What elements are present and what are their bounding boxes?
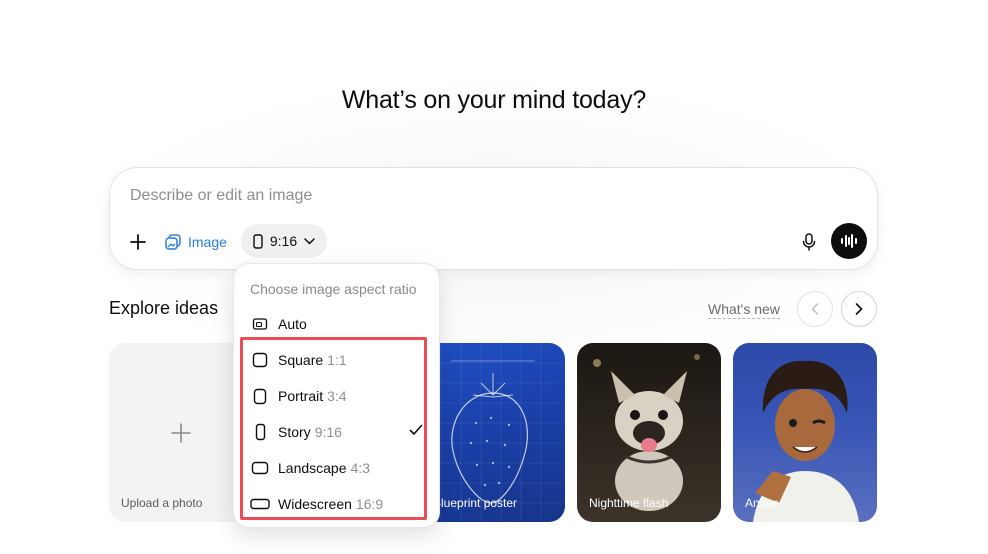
carousel-prev-button[interactable] [797, 291, 833, 327]
voice-mode-button[interactable] [831, 223, 867, 259]
aspect-ratio-label: 9:16 [269, 233, 298, 249]
menu-item-square[interactable]: Square 1:1 [242, 343, 431, 377]
microphone-icon [802, 233, 816, 251]
widescreen-ratio-icon [250, 494, 270, 514]
menu-item-story[interactable]: Story 9:16 [242, 415, 431, 449]
menu-item-label: Landscape [278, 460, 347, 476]
phone-ratio-icon [253, 233, 263, 249]
plus-icon [171, 423, 191, 443]
upload-photo-card[interactable]: Upload a photo [109, 343, 253, 522]
card-label: Nighttime flash [589, 496, 669, 510]
add-attachment-button[interactable] [126, 230, 150, 254]
card-label: Blueprint poster [433, 496, 518, 510]
menu-item-auto[interactable]: Auto [242, 307, 431, 341]
landscape-ratio-icon [250, 458, 270, 478]
menu-item-label: Portrait [278, 388, 324, 404]
image-mode-chip[interactable]: Image [160, 226, 237, 258]
image-icon [165, 234, 181, 250]
menu-item-widescreen[interactable]: Widescreen 16:9 [242, 487, 431, 521]
microphone-button[interactable] [797, 230, 821, 254]
whats-new-link[interactable]: What's new [708, 301, 780, 319]
menu-item-ratio: 1:1 [327, 352, 347, 368]
anime-card[interactable]: Anime [733, 343, 877, 522]
menu-item-label: Widescreen [278, 496, 352, 512]
menu-item-landscape[interactable]: Landscape 4:3 [242, 451, 431, 485]
portrait-ratio-icon [250, 386, 270, 406]
card-label: Upload a photo [121, 496, 203, 510]
menu-item-ratio: 3:4 [327, 388, 347, 404]
voice-waveform-icon [841, 234, 857, 248]
story-ratio-icon [250, 422, 270, 442]
card-label: Anime [745, 496, 780, 510]
menu-item-label: Story [278, 424, 311, 440]
aspect-ratio-menu: Choose image aspect ratio Auto Square 1:… [233, 263, 440, 528]
checkmark-icon [409, 424, 423, 435]
aspect-ratio-button[interactable]: 9:16 [241, 224, 327, 258]
menu-title: Choose image aspect ratio [250, 281, 417, 297]
nighttime-flash-card[interactable]: Nighttime flash [577, 343, 721, 522]
page-headline: What’s on your mind today? [341, 86, 647, 114]
chevron-right-icon [855, 303, 863, 315]
menu-item-portrait[interactable]: Portrait 3:4 [242, 379, 431, 413]
menu-item-label: Square [278, 352, 324, 368]
auto-ratio-icon [250, 314, 270, 334]
chevron-down-icon [304, 237, 315, 245]
plus-icon [130, 234, 146, 250]
square-ratio-icon [250, 350, 270, 370]
menu-item-ratio: 4:3 [350, 460, 370, 476]
menu-item-ratio: 9:16 [314, 424, 342, 440]
menu-item-ratio: 16:9 [355, 496, 384, 512]
image-chip-label: Image [188, 234, 227, 250]
prompt-composer: Describe or edit an image Image 9:16 [109, 167, 878, 270]
explore-ideas-title: Explore ideas [109, 298, 219, 318]
carousel-next-button[interactable] [841, 291, 877, 327]
menu-item-label: Auto [278, 316, 307, 332]
blueprint-poster-card[interactable]: Blueprint poster [421, 343, 565, 522]
prompt-input[interactable]: Describe or edit an image [130, 187, 312, 205]
chevron-left-icon [811, 303, 819, 315]
